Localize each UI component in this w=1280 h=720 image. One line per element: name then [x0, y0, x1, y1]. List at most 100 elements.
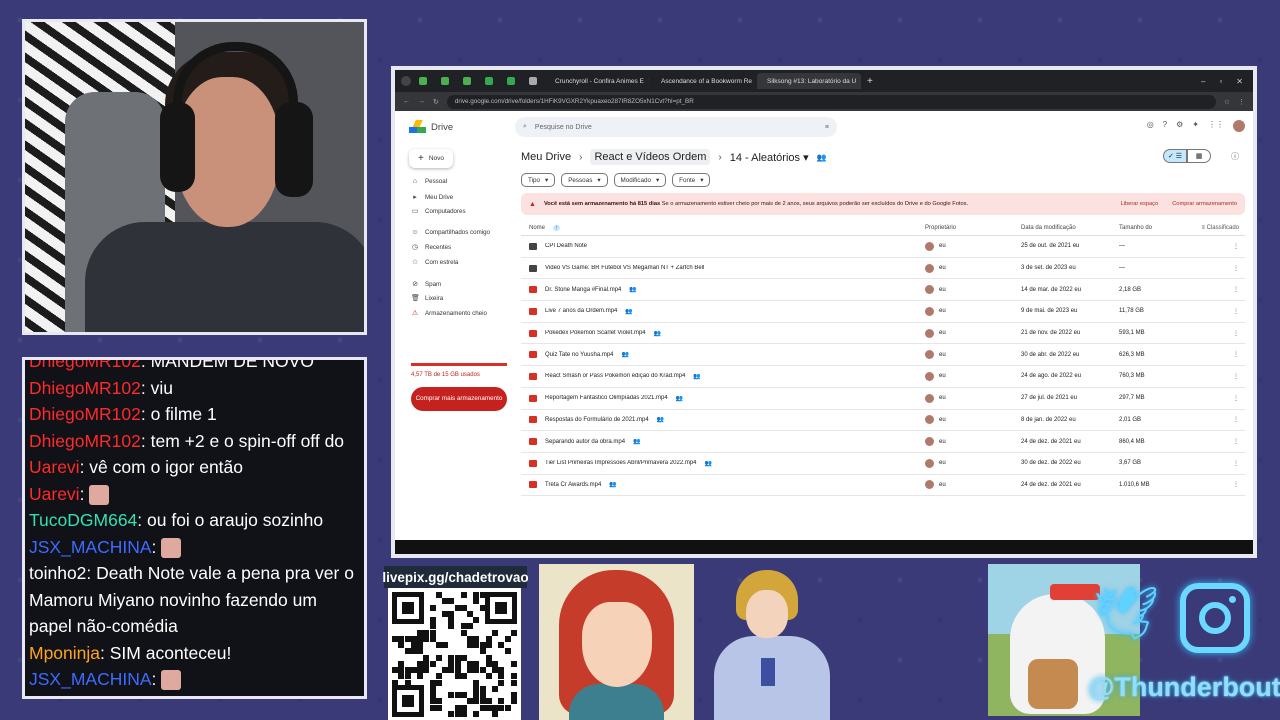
more-options-icon[interactable]: ⋮ [1189, 308, 1245, 315]
more-options-icon[interactable]: ⋮ [1189, 438, 1245, 445]
browser-window: Crunchyroll - Confira Animes E✕Ascendanc… [391, 66, 1257, 558]
forward-icon[interactable]: → [418, 98, 425, 105]
browser-tab[interactable]: Ascendance of a Bookworm Re ✕ [651, 73, 755, 89]
search-options-icon[interactable]: ≡ [825, 124, 829, 131]
qr-module [392, 667, 398, 673]
column-owner[interactable]: Proprietário [925, 225, 1021, 231]
table-row[interactable]: Video VS Game: BR Futebol VS Megaman NT … [521, 258, 1245, 280]
status-icon[interactable]: ◎ [1147, 120, 1154, 132]
more-options-icon[interactable]: ⋮ [1189, 265, 1245, 272]
column-name[interactable]: Nome ↑ [521, 224, 925, 231]
table-row[interactable]: CPI Death Note eu 25 de out. de 2021 eu — ⋮ [521, 236, 1245, 258]
qr-module [498, 698, 505, 705]
more-options-icon[interactable]: ⋮ [1189, 395, 1245, 402]
more-options-icon[interactable]: ⋮ [1189, 330, 1245, 337]
shared-icon: 👥 [629, 287, 637, 294]
qr-module [429, 679, 436, 686]
tab-search-icon[interactable] [401, 76, 411, 86]
table-row[interactable]: Pokedex Pokemon Scarlet Violet.mp4 👥 eu 21 … [521, 323, 1245, 345]
qr-module [442, 642, 448, 648]
info-icon[interactable]: ⓘ [1231, 151, 1239, 162]
gemini-icon[interactable]: ✦ [1192, 120, 1199, 132]
qr-module [448, 617, 455, 623]
table-row[interactable]: Treta Cr Awards.mp4 👥 eu 24 de dez. de 2021… [521, 475, 1245, 497]
close-tab-icon[interactable]: ✕ [860, 77, 861, 85]
breadcrumb-item[interactable]: Meu Drive [521, 151, 571, 163]
sidebar-item[interactable]: ☺ Compartilhados comigo [411, 229, 490, 236]
qr-module [410, 642, 417, 648]
list-view-button[interactable]: ✓ ☰ [1163, 149, 1187, 163]
sidebar-item[interactable]: ⊘ Spam [411, 280, 441, 289]
browser-tab[interactable] [435, 73, 455, 89]
search-input[interactable]: ⌕ Pesquise no Drive ≡ [515, 117, 837, 137]
sidebar-item[interactable]: ▸ Meu Drive [411, 193, 453, 202]
filter-people[interactable]: Pessoas ▾ [561, 173, 608, 187]
table-row[interactable]: React Smash or Pass Pokemon edição do Kr… [521, 366, 1245, 388]
help-icon[interactable]: ? [1163, 120, 1167, 132]
close-tab-icon[interactable]: ✕ [648, 77, 649, 85]
sort-arrow-icon[interactable]: ↑ [553, 224, 561, 231]
owner-cell: eu [925, 437, 1021, 447]
column-size[interactable]: Tamanho do [1119, 225, 1189, 231]
filter-source[interactable]: Fonte ▾ [672, 173, 711, 187]
back-icon[interactable]: ← [403, 98, 410, 105]
more-options-icon[interactable]: ⋮ [1189, 460, 1245, 467]
url-input[interactable]: drive.google.com/drive/folders/1HFiK9VGX… [446, 94, 1216, 109]
filter-modified[interactable]: Modificado ▾ [613, 173, 667, 187]
table-row[interactable]: Live 7 anos da Ordem.mp4 👥 eu 9 de mai. de … [521, 301, 1245, 323]
sidebar-item[interactable]: ⚠ Armazenamento cheio [411, 309, 487, 318]
column-date[interactable]: Data da modificação [1021, 225, 1119, 231]
browser-tab[interactable]: Crunchyroll - Confira Animes E ✕ [545, 73, 649, 89]
table-row[interactable]: Dr. Stone Manga #Final.mp4 👥 eu 14 de mar. … [521, 279, 1245, 302]
breadcrumb-current[interactable]: 14 - Aleatórios ▾ [730, 151, 809, 164]
maximize-icon[interactable]: ▫ [1219, 77, 1222, 86]
table-row[interactable]: Separando autor da obra.mp4 👥 eu 24 de dez.… [521, 431, 1245, 453]
more-options-icon[interactable]: ⋮ [1189, 286, 1245, 293]
browser-tab[interactable] [457, 73, 477, 89]
buy-storage-button[interactable]: Comprar mais armazenamento [411, 387, 507, 411]
sidebar-item[interactable]: 🗑 Lixeira [411, 294, 443, 303]
table-row[interactable]: Respostas do Formulário de 2021.mp4 👥 eu 8 … [521, 410, 1245, 432]
drive-logo-icon[interactable] [409, 120, 426, 134]
table-row[interactable]: Quiz Tate no Yuusha.mp4 👥 eu 30 de abr. de … [521, 344, 1245, 367]
more-options-icon[interactable]: ⋮ [1189, 351, 1245, 358]
browser-tab[interactable] [413, 73, 433, 89]
browser-tab[interactable] [501, 73, 521, 89]
more-options-icon[interactable]: ⋮ [1189, 416, 1245, 423]
column-sort[interactable]: ≡ Classificado [1189, 225, 1245, 231]
breadcrumb-item[interactable]: React e Vídeos Ordem [590, 149, 711, 165]
table-row[interactable]: Tier List Primeiras Impressões Abril/Pri… [521, 453, 1245, 475]
sidebar-item[interactable]: ☆ Com estrela [411, 258, 459, 267]
filter-type[interactable]: Tipo ▾ [521, 173, 556, 187]
minimize-icon[interactable]: – [1201, 77, 1205, 86]
extensions-icon[interactable]: ⋮ [1238, 98, 1245, 106]
sidebar-item[interactable]: ◷ Recentes [411, 243, 451, 252]
browser-tab[interactable]: Silksong #13: Laboratório da U✕ [757, 73, 861, 89]
browser-tab[interactable] [479, 73, 499, 89]
chat-message: JSX_MACHINA: [29, 534, 360, 561]
account-avatar[interactable] [1233, 120, 1245, 132]
settings-icon[interactable]: ⚙ [1176, 120, 1183, 132]
qr-module [479, 592, 486, 598]
new-tab-icon[interactable]: + [867, 76, 873, 87]
reload-icon[interactable]: ↻ [433, 98, 439, 106]
apps-grid-icon[interactable]: ⋮⋮ [1208, 120, 1224, 132]
table-row[interactable]: Reportagem Fantastico Olimpíadas 2021.mp… [521, 388, 1245, 410]
file-name-cell: Dr. Stone Manga #Final.mp4 👥 [521, 286, 925, 294]
more-options-icon[interactable]: ⋮ [1189, 481, 1245, 488]
qr-module [410, 667, 417, 673]
buy-storage-link[interactable]: Comprar armazenamento [1172, 201, 1237, 207]
free-space-link[interactable]: Liberar espaço [1121, 201, 1159, 207]
sidebar-item[interactable]: ⌂ Pessoal [411, 178, 447, 185]
sidebar-item[interactable]: ▭ Computadores [411, 207, 466, 216]
new-button[interactable]: + Novo [409, 149, 453, 168]
close-icon[interactable]: ✕ [1236, 77, 1243, 86]
qr-module [510, 629, 517, 636]
more-options-icon[interactable]: ⋮ [1189, 373, 1245, 380]
owner-avatar [925, 328, 934, 338]
grid-view-button[interactable]: ▦ [1187, 149, 1211, 163]
chat-username: JSX_MACHINA [29, 536, 152, 557]
more-options-icon[interactable]: ⋮ [1189, 243, 1245, 250]
browser-tab[interactable] [523, 73, 543, 89]
star-bookmark-icon[interactable]: ☆ [1224, 98, 1230, 106]
